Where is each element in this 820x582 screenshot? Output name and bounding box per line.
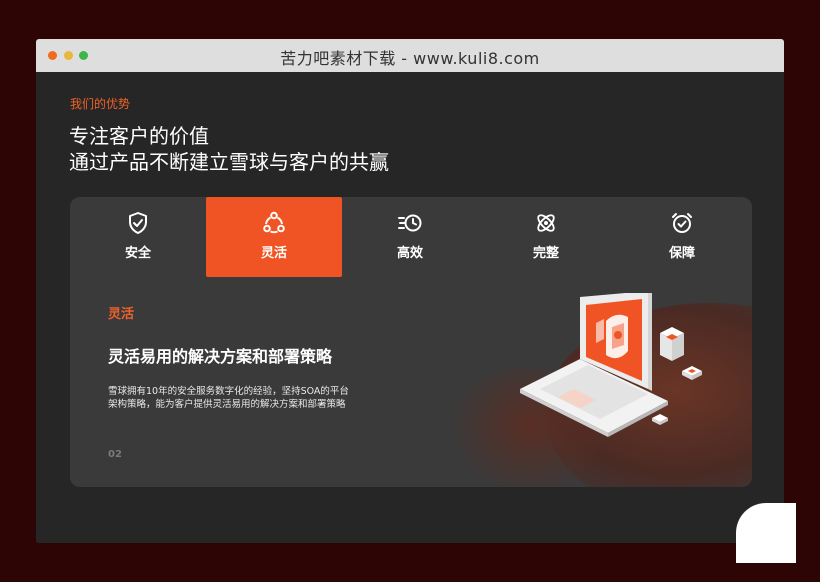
- tab-complete[interactable]: 完整: [478, 197, 614, 277]
- heading-line-1: 专注客户的价值: [69, 124, 209, 148]
- tab-label: 保障: [668, 246, 695, 261]
- laptop-illustration: [520, 293, 702, 437]
- title-bar: 苦力吧素材下载 - www.kuli8.com: [36, 39, 784, 72]
- heading-line-2: 通过产品不断建立雪球与客户的共赢: [69, 150, 389, 174]
- section-heading: 专注客户的价值 通过产品不断建立雪球与客户的共赢: [69, 123, 389, 175]
- tab-label: 灵活: [260, 246, 287, 261]
- page-corner-decor: [736, 503, 796, 563]
- tab-label: 完整: [532, 246, 559, 261]
- window-title: 苦力吧素材下载 - www.kuli8.com: [280, 49, 540, 68]
- feature-description: 雪球拥有10年的安全服务数字化的经验，坚持SOA的平台架构策略，能为客户提供灵活…: [108, 386, 349, 410]
- tab-flexible[interactable]: 灵活: [206, 197, 342, 277]
- feature-tabs: 安全 灵活 高效 完整 保障: [70, 197, 752, 277]
- feature-index: 02: [108, 449, 122, 460]
- tab-guarantee[interactable]: 保障: [614, 197, 750, 277]
- tab-efficient[interactable]: 高效: [342, 197, 478, 277]
- nodes-cycle-icon: [263, 211, 285, 234]
- feature-title: 灵活易用的解决方案和部署策略: [108, 347, 333, 366]
- tab-label: 安全: [124, 246, 151, 261]
- section-eyebrow: 我们的优势: [70, 97, 131, 111]
- feature-card: 安全 灵活 高效 完整 保障 灵活 灵活易用的解决方案和部署策略 雪球拥有10年…: [70, 197, 752, 487]
- alarm-check-icon: [672, 213, 692, 233]
- tab-security[interactable]: 安全: [70, 197, 206, 277]
- clock-lines-icon: [398, 214, 422, 232]
- feature-label: 灵活: [108, 307, 135, 322]
- atom-icon: [537, 214, 555, 232]
- browser-window: 苦力吧素材下载 - www.kuli8.com 我们的优势 专注客户的价值 通过…: [36, 39, 784, 543]
- shield-check-icon: [129, 212, 147, 234]
- tab-label: 高效: [396, 246, 423, 261]
